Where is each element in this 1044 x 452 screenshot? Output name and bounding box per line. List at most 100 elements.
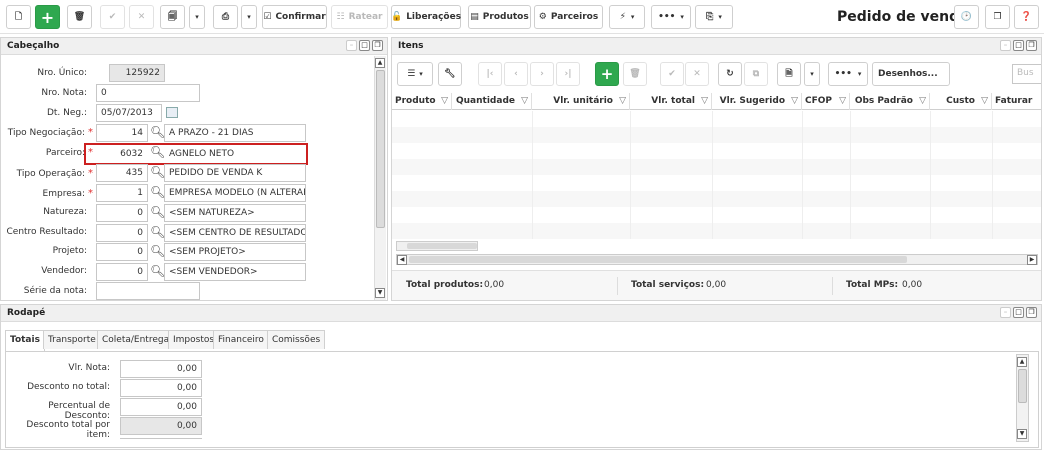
frozen-hscrollbar[interactable]	[396, 241, 478, 251]
ratear-button[interactable]: ☷ Ratear	[331, 5, 388, 29]
maximize-icon[interactable]: □	[359, 40, 370, 51]
tab-totais[interactable]: Totais	[5, 330, 45, 351]
restore-icon[interactable]: ❐	[372, 40, 383, 51]
copy-dropdown-button[interactable]: ▾	[189, 5, 205, 29]
desconto-item-field[interactable]: 0,00	[120, 417, 202, 435]
next-record-button[interactable]: ›	[530, 62, 554, 86]
save-button[interactable]: ✔	[100, 5, 125, 29]
new-window-button[interactable]: ❐	[985, 5, 1010, 29]
search-icon[interactable]: 🔍︎	[150, 146, 165, 160]
attachments-button[interactable]: ⎘ ▾	[695, 5, 733, 29]
cancel-item-button[interactable]: ✕	[685, 62, 709, 86]
maximize-icon[interactable]: □	[1013, 307, 1024, 318]
tab-coleta-entrega[interactable]: Coleta/Entrega	[97, 330, 175, 349]
tab-transporte[interactable]: Transporte	[43, 330, 101, 349]
prev-record-button[interactable]: ‹	[504, 62, 528, 86]
scroll-up-icon[interactable]: ▲	[375, 58, 385, 68]
search-icon[interactable]: 🔍︎	[150, 186, 165, 200]
search-icon[interactable]: 🔍︎	[150, 126, 165, 140]
add-button[interactable]: +	[35, 5, 60, 29]
print-dropdown-button[interactable]: ▾	[241, 5, 257, 29]
vendedor-code-field[interactable]: 0	[96, 263, 148, 281]
tipo-negociacao-code-field[interactable]: 14	[96, 124, 148, 142]
scroll-left-icon[interactable]: ◀	[397, 255, 407, 265]
tab-comissoes[interactable]: Comissões	[267, 330, 326, 349]
projeto-code-field[interactable]: 0	[96, 243, 148, 261]
col-faturar[interactable]: Faturar	[992, 93, 1041, 110]
new-document-button[interactable]: 🗋	[6, 5, 31, 29]
scroll-thumb[interactable]	[407, 243, 477, 249]
restore-icon[interactable]: ❐	[1026, 307, 1037, 318]
filter-icon[interactable]: ▽	[619, 96, 626, 106]
col-quantidade[interactable]: Quantidade ▽	[452, 93, 532, 110]
history-button[interactable]: 🕑	[954, 5, 979, 29]
desconto-total-field[interactable]: 0,00	[120, 379, 202, 397]
search-icon[interactable]: 🔍︎	[150, 245, 165, 259]
col-vlr-sugerido[interactable]: Vlr. Sugerido ▽	[712, 93, 802, 110]
rodape-scrollbar[interactable]: ▲ ▼	[1016, 354, 1029, 442]
scroll-thumb[interactable]	[1018, 369, 1027, 403]
col-obs-padrao[interactable]: Obs Padrão ▽	[850, 93, 930, 110]
export-button[interactable]: 🗎︎	[777, 62, 801, 86]
save-item-button[interactable]: ✔	[660, 62, 684, 86]
vlr-nota-field[interactable]: 0,00	[120, 360, 202, 378]
empresa-code-field[interactable]: 1	[96, 184, 148, 202]
maximize-icon[interactable]: □	[1013, 40, 1024, 51]
desenhos-button[interactable]: Desenhos...	[872, 62, 950, 86]
search-input[interactable]: Bus	[1012, 64, 1041, 84]
filter-icon[interactable]: ▽	[919, 96, 926, 106]
settings-button[interactable]: 🔧︎	[438, 62, 462, 86]
filter-icon[interactable]: ▽	[521, 96, 528, 106]
parceiro-code-field[interactable]: 6032	[96, 145, 148, 163]
filter-icon[interactable]: ▽	[791, 96, 798, 106]
search-icon[interactable]: 🔍︎	[150, 206, 165, 220]
minimize-icon[interactable]: –	[1000, 307, 1011, 318]
scroll-down-icon[interactable]: ▼	[1017, 429, 1027, 439]
scroll-thumb[interactable]	[409, 256, 907, 263]
scroll-right-icon[interactable]: ▶	[1027, 255, 1037, 265]
col-vlr-unitario[interactable]: Vlr. unitário ▽	[532, 93, 630, 110]
main-hscrollbar[interactable]: ◀ ▶	[396, 254, 1038, 265]
help-button[interactable]: ❓	[1014, 5, 1039, 29]
scroll-thumb[interactable]	[376, 70, 385, 228]
scroll-down-icon[interactable]: ▼	[375, 288, 385, 298]
liberacoes-button[interactable]: 🔓 Liberações	[391, 5, 461, 29]
cancel-button[interactable]: ✕	[129, 5, 154, 29]
search-icon[interactable]: 🔍︎	[150, 226, 165, 240]
delete-button[interactable]: 🗑	[67, 5, 92, 29]
export-dropdown-button[interactable]: ▾	[804, 62, 820, 86]
nro-unico-field[interactable]: 125922	[109, 64, 165, 82]
calendar-icon[interactable]	[166, 107, 178, 118]
col-cfop[interactable]: CFOP ▽	[802, 93, 850, 110]
cabecalho-scrollbar[interactable]: ▲ ▼	[374, 56, 386, 300]
more-button[interactable]: ••• ▾	[651, 5, 691, 29]
last-record-button[interactable]: ›|	[556, 62, 580, 86]
col-custo[interactable]: Custo ▽	[930, 93, 992, 110]
scroll-up-icon[interactable]: ▲	[1017, 357, 1027, 367]
actions-button[interactable]: ⚡ ▾	[609, 5, 645, 29]
search-icon[interactable]: 🔍︎	[150, 166, 165, 180]
search-icon[interactable]: 🔍︎	[150, 265, 165, 279]
items-more-button[interactable]: ••• ▾	[828, 62, 868, 86]
tipo-operacao-code-field[interactable]: 435	[96, 164, 148, 182]
first-record-button[interactable]: |‹	[478, 62, 502, 86]
col-vlr-total[interactable]: Vlr. total ▽	[630, 93, 712, 110]
produtos-button[interactable]: ▤ Produtos	[468, 5, 531, 29]
view-mode-button[interactable]: ☰ ▾	[397, 62, 433, 86]
serie-nota-field[interactable]	[96, 282, 200, 300]
add-item-button[interactable]: +	[595, 62, 619, 86]
minimize-icon[interactable]: –	[1000, 40, 1011, 51]
refresh-button[interactable]: ↻	[718, 62, 742, 86]
filter-icon[interactable]: ▽	[701, 96, 708, 106]
tab-impostos[interactable]: Impostos	[168, 330, 220, 349]
filter-icon[interactable]: ▽	[839, 96, 846, 106]
copy-item-button[interactable]: ⧉	[744, 62, 768, 86]
parceiros-button[interactable]: ⚙ Parceiros	[534, 5, 603, 29]
delete-item-button[interactable]: 🗑︎	[623, 62, 647, 86]
dt-neg-field[interactable]: 05/07/2013	[96, 104, 162, 122]
print-button[interactable]: ⎙	[213, 5, 238, 29]
tab-financeiro[interactable]: Financeiro	[213, 330, 269, 349]
col-produto[interactable]: Produto ▽	[392, 93, 452, 110]
percentual-desconto-field[interactable]: 0,00	[120, 398, 202, 416]
restore-icon[interactable]: ❐	[1026, 40, 1037, 51]
